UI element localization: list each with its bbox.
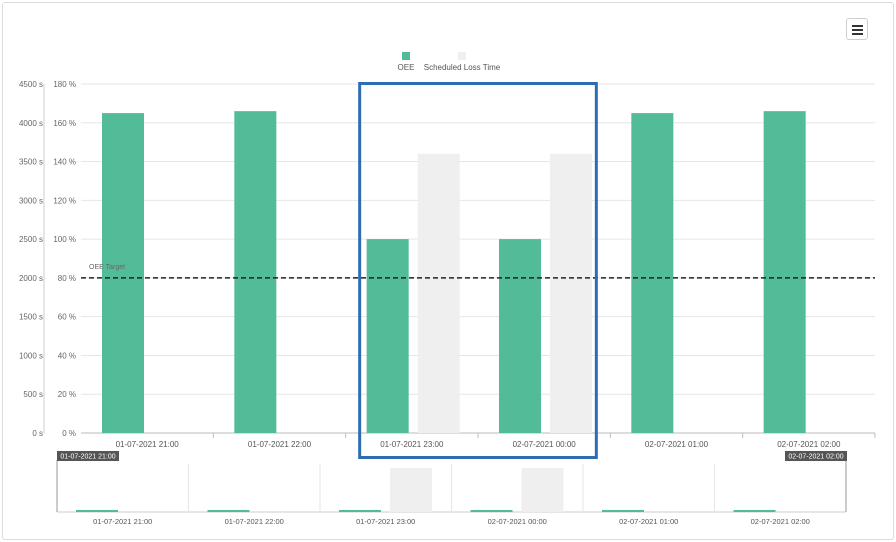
right-axis-tick-label: 60 % <box>58 313 76 322</box>
right-axis-tick-label: 120 % <box>53 196 76 205</box>
navigator-bar-oee <box>733 510 776 512</box>
bar-oee[interactable] <box>234 111 277 434</box>
left-axis-tick-label: 0 s <box>32 429 43 438</box>
left-axis-tick-label: 2000 s <box>19 274 43 283</box>
navigator-category-label: 01-07-2021 21:00 <box>93 517 152 526</box>
left-axis-tick-label: 2500 s <box>19 235 43 244</box>
bar-oee[interactable] <box>366 239 409 433</box>
navigator-bar-oee <box>602 510 644 512</box>
bar-scheduled-loss-time[interactable] <box>550 153 592 434</box>
right-axis-tick-label: 0 % <box>62 429 76 438</box>
bar-oee[interactable] <box>102 113 144 433</box>
legend-oee-label: OEE <box>398 63 415 72</box>
bar-scheduled-loss-time[interactable] <box>417 153 460 434</box>
navigator-bar-oee <box>470 510 513 512</box>
x-axis-category-label: 01-07-2021 21:00 <box>116 440 180 449</box>
bar-oee[interactable] <box>763 111 806 434</box>
x-axis-category-label: 01-07-2021 22:00 <box>248 440 312 449</box>
oee-target-label: OEE Target <box>89 264 125 271</box>
navigator-bar-loss <box>390 468 432 512</box>
navigator-bar-loss <box>521 468 564 512</box>
navigator-category-label: 02-07-2021 00:00 <box>488 517 547 526</box>
left-axis-tick-label: 4500 s <box>19 80 43 89</box>
legend-loss-label: Scheduled Loss Time <box>424 63 501 72</box>
left-axis-tick-label: 500 s <box>23 390 43 399</box>
navigator-bar-oee <box>76 510 118 512</box>
right-axis-tick-label: 20 % <box>58 390 76 399</box>
x-axis-category-label: 02-07-2021 00:00 <box>513 440 577 449</box>
left-axis-tick-label: 1500 s <box>19 313 43 322</box>
navigator-category-label: 02-07-2021 01:00 <box>619 517 678 526</box>
right-axis-tick-label: 160 % <box>53 119 76 128</box>
navigator-category-label: 01-07-2021 23:00 <box>356 517 415 526</box>
right-axis-tick-label: 100 % <box>53 235 76 244</box>
right-axis-tick-label: 180 % <box>53 80 76 89</box>
left-axis-tick-label: 4000 s <box>19 119 43 128</box>
x-axis-category-label: 02-07-2021 02:00 <box>777 440 841 449</box>
navigator-bar-oee <box>339 510 381 512</box>
oee-chart: 0 s 0 % 500 s 20 % 1000 s 40 % 1500 s 60 % 2000 … <box>19 52 876 526</box>
navigator-bar-oee <box>207 510 250 512</box>
bar-oee[interactable] <box>631 113 674 433</box>
navigator-category-label: 01-07-2021 22:00 <box>225 517 284 526</box>
bar-oee[interactable] <box>499 239 541 433</box>
x-axis-category-label: 02-07-2021 01:00 <box>645 440 709 449</box>
left-axis-tick-label: 3500 s <box>19 158 43 167</box>
right-axis-tick-label: 140 % <box>53 158 76 167</box>
legend-loss-swatch[interactable] <box>458 52 466 60</box>
legend-oee-swatch[interactable] <box>402 52 410 60</box>
navigator-start-label: 01-07-2021 21:00 <box>60 454 115 461</box>
x-axis-category-label: 01-07-2021 23:00 <box>380 440 444 449</box>
left-axis-tick-label: 3000 s <box>19 196 43 205</box>
right-axis-tick-label: 80 % <box>58 274 76 283</box>
left-axis-tick-label: 1000 s <box>19 351 43 360</box>
navigator-end-label: 02-07-2021 02:00 <box>788 454 843 461</box>
navigator-category-label: 02-07-2021 02:00 <box>751 517 810 526</box>
right-axis-tick-label: 40 % <box>58 351 76 360</box>
